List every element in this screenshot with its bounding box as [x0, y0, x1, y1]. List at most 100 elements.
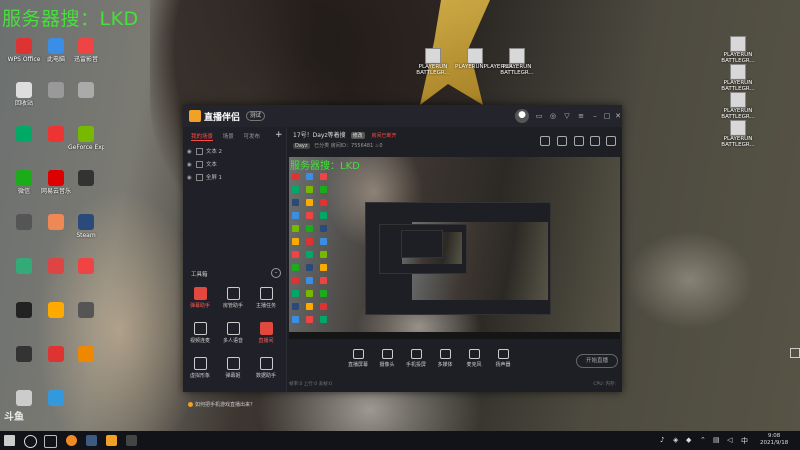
minimize-icon[interactable]: – [591, 112, 599, 120]
source-button-icon [381, 349, 393, 359]
tab-scene[interactable]: 场景 [223, 134, 234, 140]
version-pill[interactable]: 测试 [246, 111, 266, 121]
mic-icon[interactable]: ♪ [660, 436, 664, 444]
network-icon[interactable]: ▤ [713, 436, 720, 444]
desktop-icon[interactable]: WPS Office [6, 38, 42, 63]
tab-publishable[interactable]: 可发布 [244, 134, 261, 140]
shortcut-icon[interactable]: PLAYERUN BATTLEGR... [413, 48, 453, 76]
edit-badge[interactable]: 修改 [350, 132, 365, 139]
add-source-icon[interactable]: + [275, 130, 283, 140]
tool-item[interactable]: 数据助手 [251, 357, 281, 379]
browser-icon[interactable] [66, 435, 77, 446]
file-icon [509, 48, 525, 64]
desktop-icon[interactable] [68, 170, 104, 188]
category-text: 已分类 [314, 143, 330, 149]
skin-icon[interactable]: ▽ [563, 112, 571, 120]
desktop-icon[interactable]: 微信 [6, 170, 42, 195]
tool-label: 弹幕姬 [225, 373, 241, 379]
app-icon [48, 170, 64, 186]
clock[interactable]: 9:08 2021/9/18 [760, 433, 788, 447]
desktop-icon[interactable]: 迅雷影音 [68, 38, 104, 63]
desktop-icon[interactable]: GeForce Experience [68, 126, 104, 151]
toolbox-collapse-icon[interactable]: – [271, 268, 281, 278]
message-icon[interactable]: ▭ [535, 112, 543, 120]
desktop-icon[interactable] [68, 302, 104, 320]
tool-item[interactable]: 房管助手 [218, 287, 248, 309]
desktop-icon[interactable]: Steam [68, 214, 104, 239]
menu-icon[interactable]: ≡ [577, 112, 585, 120]
tool-item[interactable]: 直播间 [251, 322, 281, 344]
tool-item[interactable]: 视频连麦 [185, 322, 215, 344]
stream-preview[interactable]: 服务器搜：LKD [289, 157, 620, 339]
lock-icon[interactable] [195, 161, 203, 168]
dayz-taskbar-icon[interactable] [126, 435, 137, 446]
desktop-icon[interactable] [6, 258, 42, 276]
record-icon[interactable] [557, 136, 567, 146]
close-icon[interactable]: ✕ [614, 112, 622, 120]
lock-icon[interactable] [195, 148, 203, 155]
title-bar[interactable]: 直播伴侣 测试 ▭ ◎ ▽ ≡ – □ ✕ [183, 105, 622, 127]
tool-item[interactable]: 主播任务 [251, 287, 281, 309]
live-companion-window[interactable]: 直播伴侣 测试 ▭ ◎ ▽ ≡ – □ ✕ 我的场景 场景 可发布 + ◉ 文本 … [183, 105, 622, 408]
layout-icon[interactable] [574, 136, 584, 146]
desktop-icon[interactable]: 回收站 [6, 82, 42, 107]
start-live-button[interactable]: 开始直播 [576, 354, 618, 368]
shortcut-icon[interactable]: PLAYERUN BATTLEGR... [497, 48, 537, 76]
bell-icon[interactable] [590, 136, 600, 146]
desktop-icon[interactable] [68, 258, 104, 276]
lock-icon[interactable] [195, 174, 203, 181]
tab-my-scene[interactable]: 我的场景 [191, 134, 214, 141]
chevron-up-icon[interactable]: ⌃ [700, 436, 706, 444]
desktop-icon[interactable] [6, 126, 42, 144]
task-view-icon[interactable] [44, 435, 57, 448]
shortcut-icon[interactable]: PLAYERUNPLAYERUN... [455, 48, 518, 70]
preview-icon [320, 212, 327, 219]
preview-icon [306, 251, 313, 258]
tool-item[interactable]: 弹幕姬 [218, 357, 248, 379]
ime-icon[interactable]: 中 [741, 436, 748, 446]
eye-icon[interactable]: ◉ [187, 149, 192, 155]
app-brand: 直播伴侣 [204, 113, 241, 123]
maximize-icon[interactable]: □ [603, 112, 611, 120]
desktop-icon[interactable] [6, 302, 42, 320]
shortcut-icon[interactable]: PLAYERUN BATTLEGR... [718, 92, 758, 120]
source-label: 文本 2 [205, 149, 223, 155]
preview-taskbar [289, 332, 620, 339]
tray-app-icon-2[interactable]: ◆ [686, 436, 691, 444]
user-avatar[interactable] [515, 109, 529, 123]
settings-icon[interactable]: ◎ [549, 112, 557, 120]
desktop-icon[interactable] [6, 346, 42, 364]
source-button[interactable]: 扬声器 [486, 349, 520, 368]
notification-edge-icon[interactable] [790, 348, 800, 358]
volume-icon[interactable]: ◁ [727, 436, 732, 444]
eye-icon[interactable]: ◉ [187, 175, 192, 181]
shortcut-icon[interactable]: PLAYERUN BATTLEGR... [718, 36, 758, 64]
share-icon[interactable] [606, 136, 616, 146]
tray-app-icon[interactable]: ◈ [673, 436, 678, 444]
search-icon[interactable] [24, 435, 37, 448]
desktop-icon[interactable] [6, 390, 42, 408]
shortcut-icon[interactable]: PLAYERUN BATTLEGR... [718, 120, 758, 148]
tool-icon [193, 322, 207, 335]
live-companion-taskbar-icon[interactable] [106, 435, 117, 446]
category-pill[interactable]: Dayz [293, 143, 310, 149]
source-item[interactable]: ◉ 文本 [187, 160, 217, 168]
shortcut-icon[interactable]: PLAYERUN BATTLEGR... [718, 64, 758, 92]
tool-item[interactable]: 弹幕助手 [185, 287, 215, 309]
nested-preview-window-3 [401, 230, 443, 258]
screenshot-icon[interactable] [540, 136, 550, 146]
desktop-icon[interactable] [38, 390, 74, 408]
tool-item[interactable]: 虚拟形象 [185, 357, 215, 379]
desktop-icon[interactable] [68, 82, 104, 100]
tool-item[interactable]: 多人语音 [218, 322, 248, 344]
game-icon[interactable] [86, 435, 97, 446]
eye-icon[interactable]: ◉ [187, 162, 192, 168]
desktop-icon[interactable] [68, 346, 104, 364]
source-item[interactable]: ◉ 文本 2 [187, 147, 222, 155]
start-icon[interactable] [4, 435, 15, 446]
system-stats: CPU: 内存: [593, 382, 616, 387]
help-tip[interactable]: 如何把手机游戏直播出来？ [188, 401, 255, 408]
stream-title[interactable]: 17号！Dayz等着搜 [293, 132, 346, 139]
source-item[interactable]: ◉ 全屏 1 [187, 173, 222, 181]
desktop-icon[interactable] [6, 214, 42, 232]
